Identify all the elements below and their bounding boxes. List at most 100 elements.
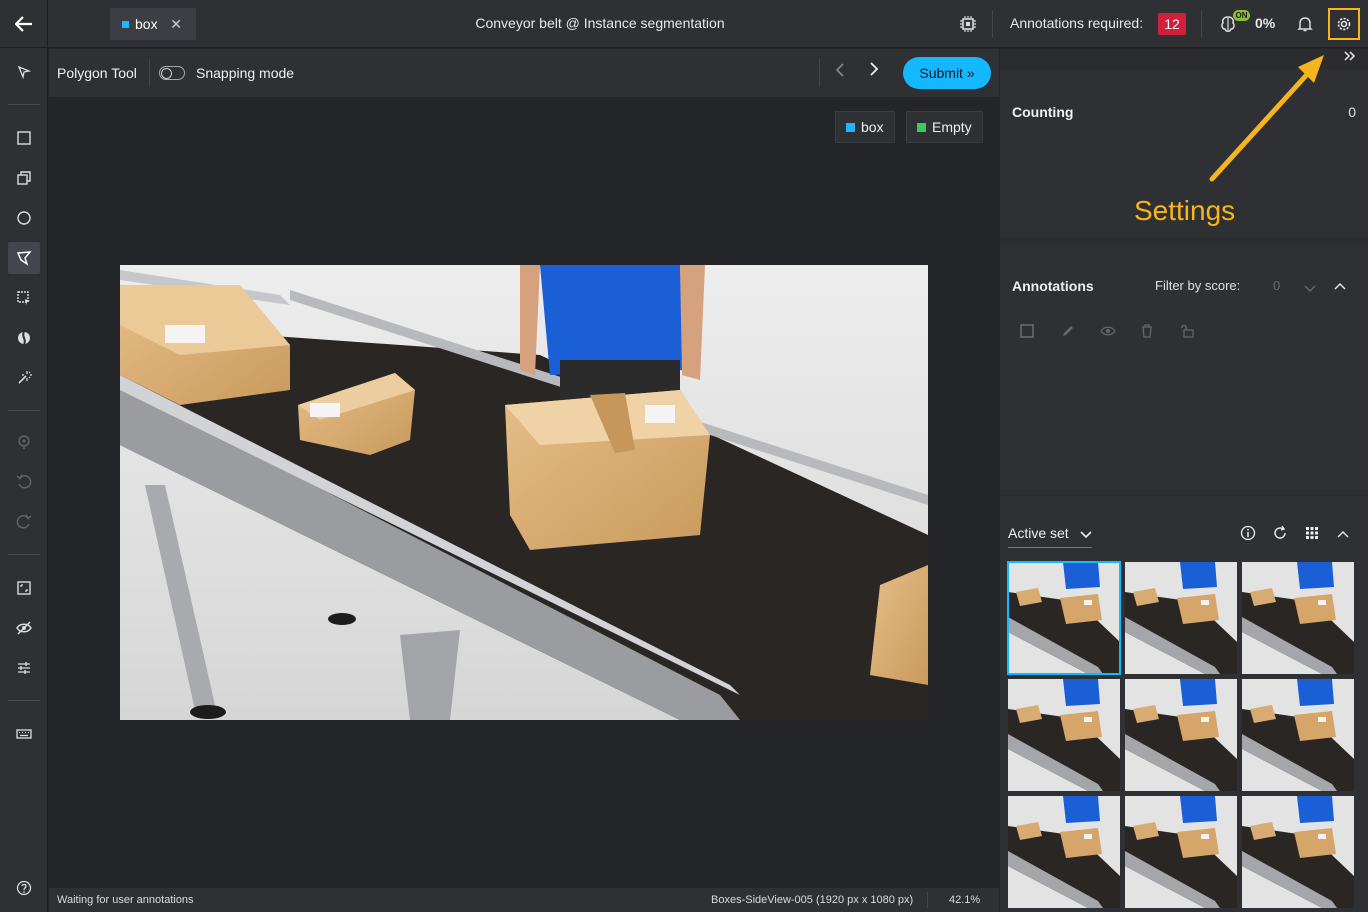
close-icon[interactable]: ✕	[170, 16, 182, 33]
counting-label: Counting	[1012, 104, 1074, 120]
label-color-swatch	[846, 122, 855, 132]
cpu-icon[interactable]	[958, 14, 978, 39]
adjust-icon	[18, 662, 30, 674]
dataset-thumbnail[interactable]	[1008, 679, 1120, 791]
grid-view-button[interactable]	[1304, 525, 1320, 546]
label-name: box	[861, 119, 884, 135]
undo-button[interactable]	[8, 466, 40, 498]
divider	[927, 892, 928, 908]
dataset-thumbnail[interactable]	[1007, 561, 1121, 675]
circle-tool[interactable]	[8, 202, 40, 234]
snapping-label: Snapping mode	[196, 65, 295, 81]
collapse-annotations-button[interactable]	[1334, 278, 1346, 296]
select-all-checkbox[interactable]	[1020, 324, 1034, 343]
page-title: Conveyor belt @ Instance segmentation	[475, 15, 725, 31]
selection-tool[interactable]	[8, 56, 40, 88]
label-name: Empty	[932, 119, 972, 135]
settings-callout-label: Settings	[1134, 195, 1236, 226]
circle-icon	[17, 211, 31, 225]
divider	[8, 554, 40, 555]
divider	[8, 410, 40, 411]
chevron-down-icon	[1080, 531, 1092, 539]
help-icon	[16, 880, 32, 896]
bounding-box-tool[interactable]	[8, 122, 40, 154]
dataset-thumbnail[interactable]	[1125, 679, 1237, 791]
zoom-level: 42.1%	[949, 894, 981, 906]
dataset-thumbnail[interactable]	[1008, 796, 1120, 908]
label-chip-box[interactable]: box	[835, 111, 895, 143]
dataset-thumbnail[interactable]	[1242, 679, 1354, 791]
file-info: Boxes-SideView-005 (1920 px x 1080 px)	[711, 894, 914, 906]
trash-icon	[1142, 324, 1152, 338]
refresh-button[interactable]	[1272, 525, 1288, 546]
delete-button[interactable]	[1141, 324, 1153, 343]
edit-point-tool[interactable]	[8, 426, 40, 458]
rotated-rectangle-icon	[17, 171, 31, 185]
polygon-tool[interactable]	[8, 242, 40, 274]
label-color-swatch	[917, 122, 926, 132]
dataset-thumbnail[interactable]	[1242, 796, 1354, 908]
magic-wand-icon	[18, 371, 32, 384]
redo-button[interactable]	[8, 506, 40, 538]
hide-annotations-button[interactable]	[8, 612, 40, 644]
status-message: Waiting for user annotations	[57, 894, 194, 906]
hide-annotations-icon	[16, 621, 32, 635]
shortcuts-button[interactable]	[8, 718, 40, 750]
chevron-up-icon	[1334, 283, 1346, 290]
dataset-label: Active set	[1008, 525, 1069, 541]
annotation-canvas[interactable]: box Empty	[49, 97, 999, 888]
ai-percent: 0%	[1255, 15, 1276, 31]
filter-dropdown-button[interactable]	[1304, 280, 1316, 298]
back-button[interactable]	[0, 0, 48, 48]
filter-score-value[interactable]: 0	[1273, 278, 1280, 293]
dataset-selector[interactable]: Active set	[1008, 525, 1092, 548]
tab-box[interactable]: box ✕	[110, 8, 196, 40]
divider	[819, 59, 820, 87]
conveyor-belt-image[interactable]	[120, 265, 928, 720]
lock-button[interactable]	[1180, 324, 1194, 343]
settings-button[interactable]	[1328, 8, 1360, 40]
tool-options-bar: Polygon Tool Snapping mode Submit »	[49, 49, 999, 97]
ai-status-badge: ON	[1233, 10, 1250, 21]
status-bar: Waiting for user annotations Boxes-SideV…	[49, 888, 999, 912]
pointer-icon	[17, 65, 31, 79]
divider	[992, 10, 993, 38]
bell-icon[interactable]	[1297, 15, 1313, 38]
fit-image-button[interactable]	[8, 572, 40, 604]
previous-image-button[interactable]	[835, 63, 845, 82]
dataset-thumbnail[interactable]	[1242, 562, 1354, 674]
next-image-button[interactable]	[869, 61, 879, 82]
counting-value: 0	[1348, 104, 1356, 120]
divider	[149, 59, 150, 87]
rotated-box-tool[interactable]	[8, 162, 40, 194]
collapse-panel-button[interactable]	[1344, 49, 1356, 68]
undo-icon	[16, 474, 32, 489]
dataset-thumbnail[interactable]	[1125, 796, 1237, 908]
snapping-toggle[interactable]	[159, 66, 185, 80]
thumbnail-grid	[1007, 561, 1360, 908]
submit-button[interactable]: Submit »	[903, 57, 991, 89]
edit-point-icon	[18, 435, 30, 449]
detection-assistant-tool[interactable]	[8, 282, 40, 314]
callout-arrow	[1209, 55, 1324, 182]
segment-anything-tool[interactable]	[8, 322, 40, 354]
dataset-thumbnail[interactable]	[1125, 562, 1237, 674]
grid-icon	[1306, 527, 1318, 539]
annotations-required-badge: 12	[1158, 13, 1186, 35]
toggle-visibility-button[interactable]	[1100, 324, 1116, 343]
divider	[8, 700, 40, 701]
chevron-right-icon	[870, 62, 879, 76]
dataset-info-button[interactable]	[1240, 525, 1256, 546]
help-button[interactable]	[8, 872, 40, 904]
refresh-icon	[1274, 525, 1286, 539]
segment-anything-icon	[18, 331, 30, 345]
canvas-adjustments-button[interactable]	[8, 652, 40, 684]
ritm-tool[interactable]	[8, 362, 40, 394]
annotations-label: Annotations	[1012, 278, 1094, 294]
edit-label-button[interactable]	[1061, 324, 1075, 343]
gear-icon	[1337, 17, 1351, 31]
collapse-dataset-button[interactable]	[1337, 526, 1349, 544]
unlock-icon	[1181, 324, 1194, 338]
label-chip-empty[interactable]: Empty	[906, 111, 983, 143]
detection-assistant-icon	[17, 291, 30, 305]
